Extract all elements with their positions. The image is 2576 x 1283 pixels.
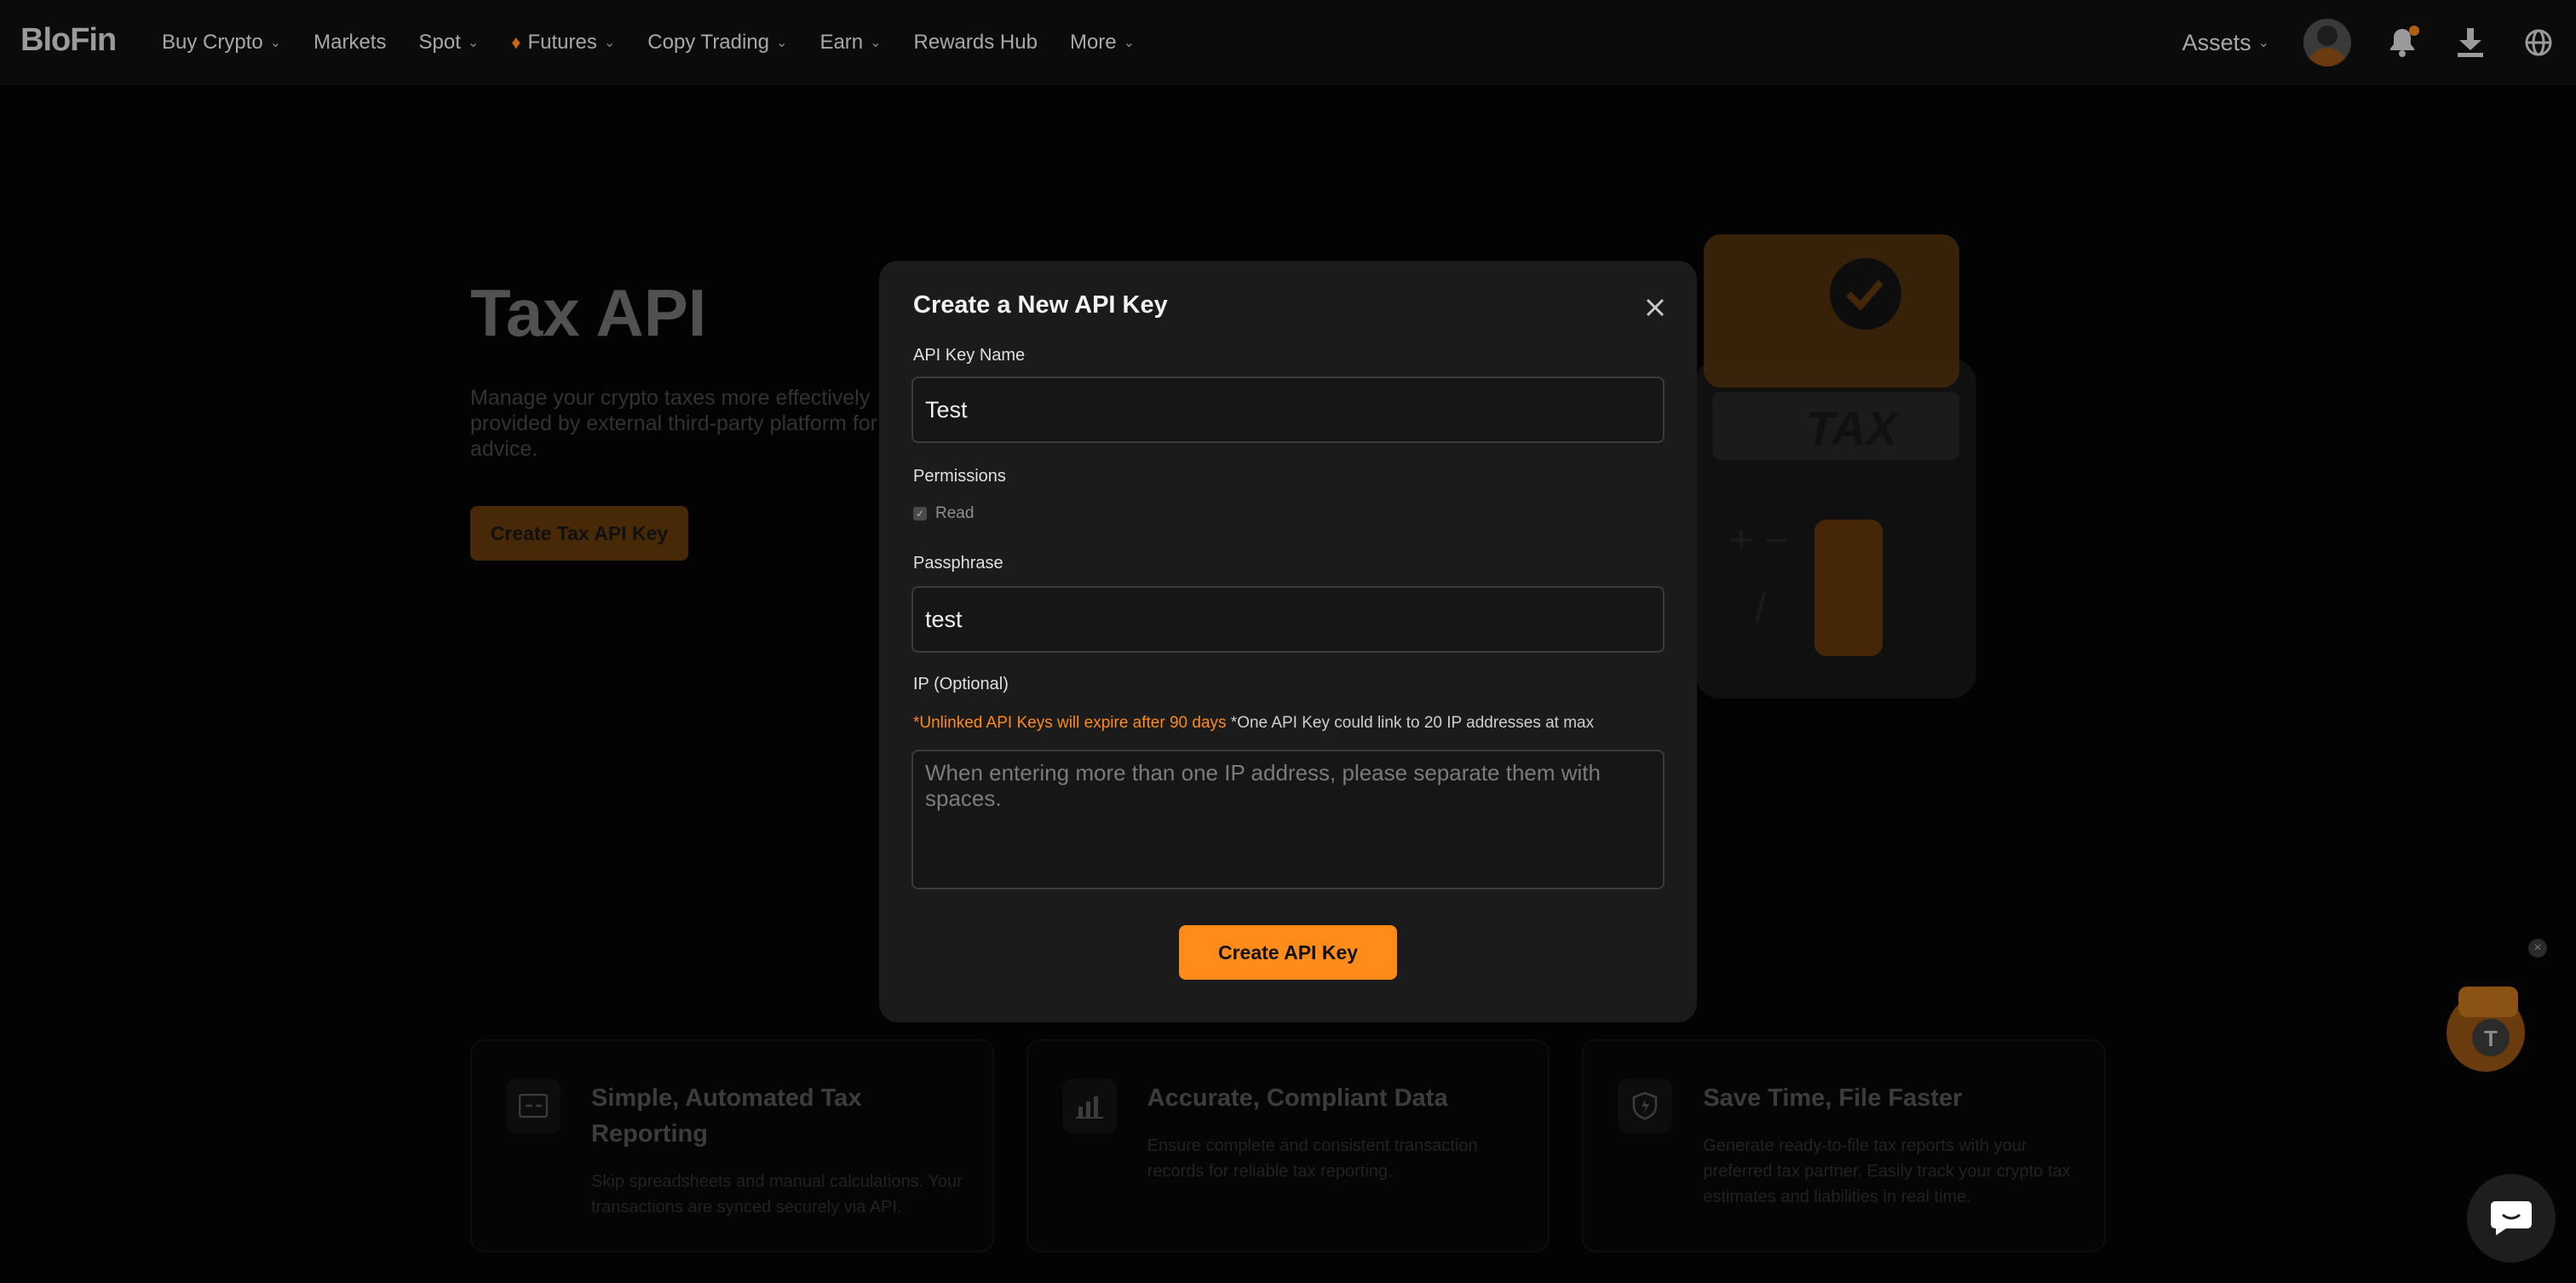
- api-key-name-label: API Key Name: [913, 346, 1026, 365]
- nav-item-label: More: [1069, 31, 1117, 54]
- ip-textarea[interactable]: [911, 750, 1665, 889]
- avatar[interactable]: [2303, 19, 2351, 66]
- close-icon[interactable]: [1642, 295, 1668, 320]
- nav-item-label: Futures: [527, 31, 597, 54]
- create-api-key-button[interactable]: Create API Key: [1179, 925, 1397, 980]
- globe-icon[interactable]: [2521, 26, 2556, 60]
- passphrase-label: Passphrase: [913, 554, 1003, 572]
- read-checkbox: ✓: [913, 507, 927, 521]
- assets-menu[interactable]: Assets ⌄: [2182, 30, 2269, 56]
- nav-item-copy-trading[interactable]: Copy Trading ⌄: [647, 31, 787, 55]
- ip-limit-note: *One API Key could link to 20 IP address…: [1230, 714, 1595, 732]
- top-nav: BloFin Buy Crypto ⌄ Markets Spot ⌄ ♦ Fut…: [0, 0, 2576, 85]
- flame-icon: ♦: [511, 32, 521, 53]
- nav-item-label: Rewards Hub: [913, 31, 1038, 54]
- logo[interactable]: BloFin: [20, 22, 117, 59]
- nav-item-label: Spot: [418, 31, 461, 54]
- bell-icon[interactable]: [2385, 26, 2419, 60]
- nav-item-futures[interactable]: ♦ Futures ⌄: [511, 31, 615, 55]
- read-label: Read: [935, 504, 975, 522]
- nav-item-spot[interactable]: Spot ⌄: [418, 31, 479, 55]
- passphrase-input[interactable]: [911, 586, 1665, 653]
- modal-title: Create a New API Key: [913, 291, 1168, 319]
- nav-links: Buy Crypto ⌄ Markets Spot ⌄ ♦ Futures ⌄ …: [162, 0, 1167, 85]
- permission-read: ✓ Read: [913, 504, 974, 523]
- nav-item-markets[interactable]: Markets: [313, 31, 386, 55]
- nav-item-buy-crypto[interactable]: Buy Crypto ⌄: [162, 31, 281, 55]
- assets-label: Assets: [2182, 29, 2251, 55]
- nav-item-label: Markets: [313, 31, 387, 54]
- ip-notes: *Unlinked API Keys will expire after 90 …: [913, 714, 1594, 733]
- ip-label: IP (Optional): [913, 675, 1009, 693]
- nav-item-label: Buy Crypto: [162, 31, 263, 54]
- create-api-key-modal: Create a New API Key API Key Name Permis…: [879, 261, 1697, 1022]
- chevron-down-icon: ⌄: [870, 36, 882, 50]
- promo-widget-icon[interactable]: T: [2433, 971, 2544, 1082]
- permissions-label: Permissions: [913, 467, 1006, 486]
- chevron-down-icon: ⌄: [776, 36, 788, 50]
- nav-item-rewards-hub[interactable]: Rewards Hub: [914, 31, 1038, 55]
- nav-right: Assets ⌄: [2182, 0, 2556, 85]
- expiry-warning: *Unlinked API Keys will expire after 90 …: [913, 714, 1227, 732]
- notification-dot: [2409, 26, 2419, 36]
- chevron-down-icon: ⌄: [467, 36, 480, 50]
- nav-item-more[interactable]: More ⌄: [1070, 31, 1135, 55]
- chat-icon: [2491, 1201, 2532, 1235]
- nav-item-label: Copy Trading: [647, 31, 770, 54]
- api-key-name-input[interactable]: [911, 377, 1665, 443]
- download-icon[interactable]: [2453, 26, 2487, 60]
- nav-item-label: Earn: [819, 31, 864, 54]
- nav-item-earn[interactable]: Earn ⌄: [819, 31, 881, 55]
- chat-support-button[interactable]: [2467, 1174, 2556, 1263]
- chevron-down-icon: ⌄: [2257, 36, 2269, 50]
- promo-close-icon[interactable]: ×: [2528, 939, 2547, 958]
- chevron-down-icon: ⌄: [1123, 36, 1136, 50]
- chevron-down-icon: ⌄: [603, 36, 616, 50]
- chevron-down-icon: ⌄: [269, 36, 282, 50]
- svg-text:T: T: [2484, 1026, 2498, 1051]
